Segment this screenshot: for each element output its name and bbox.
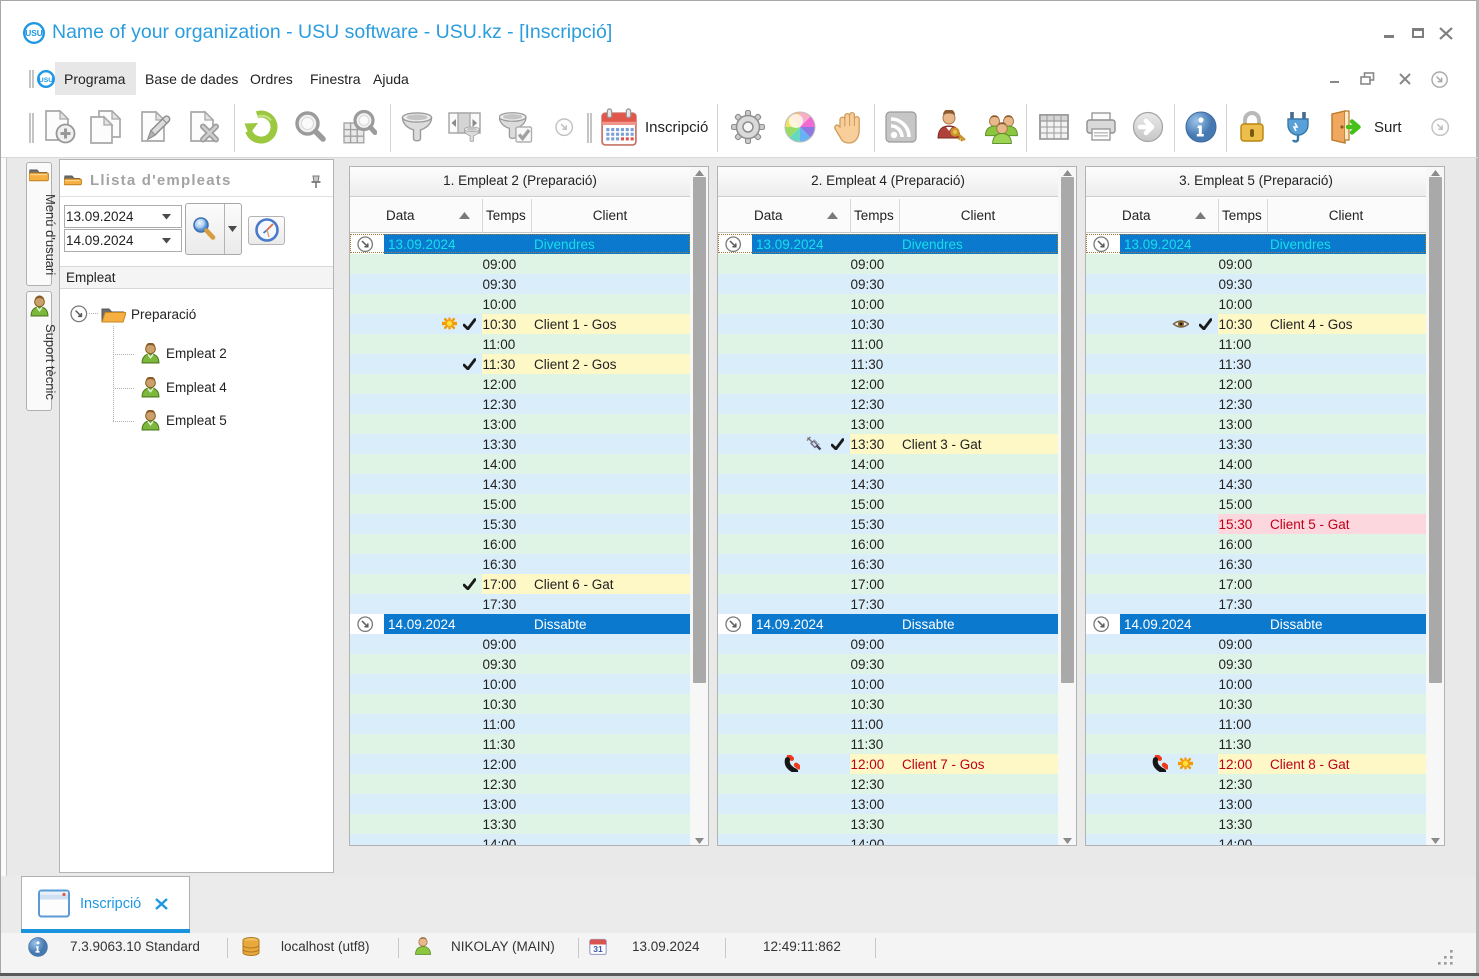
- svg-text:31: 31: [593, 944, 603, 954]
- svg-text:USU: USU: [39, 77, 53, 84]
- svg-text:USU: USU: [25, 28, 43, 38]
